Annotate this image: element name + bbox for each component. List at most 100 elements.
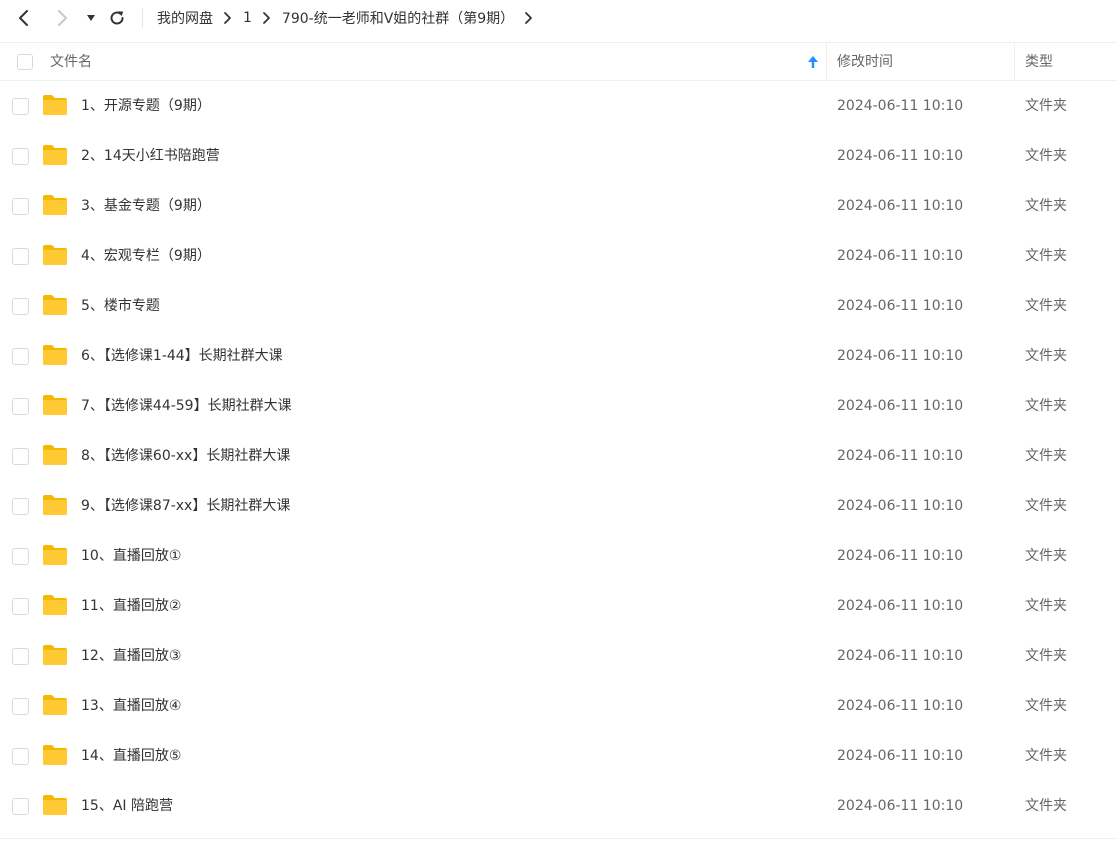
row-checkbox[interactable] bbox=[12, 548, 29, 565]
modified-time: 2024-06-11 10:10 bbox=[837, 648, 964, 664]
history-dropdown-button[interactable] bbox=[82, 0, 100, 36]
modified-time: 2024-06-11 10:10 bbox=[837, 198, 964, 214]
folder-icon bbox=[43, 245, 67, 265]
file-type: 文件夹 bbox=[1025, 548, 1067, 564]
caret-down-icon bbox=[87, 15, 95, 21]
modified-time: 2024-06-11 10:10 bbox=[837, 148, 964, 164]
breadcrumb: 我的网盘 1 790-统一老师和V姐的社群（第9期） bbox=[157, 0, 544, 36]
select-all-checkbox[interactable] bbox=[17, 54, 33, 70]
table-row[interactable]: 5、楼市专题 2024-06-11 10:10 文件夹 bbox=[0, 281, 1117, 331]
row-checkbox[interactable] bbox=[12, 248, 29, 265]
folder-icon bbox=[43, 745, 67, 765]
table-row[interactable]: 6、【选修课1-44】长期社群大课 2024-06-11 10:10 文件夹 bbox=[0, 331, 1117, 381]
file-name[interactable]: 3、基金专题（9期） bbox=[81, 181, 211, 231]
modified-time: 2024-06-11 10:10 bbox=[837, 448, 964, 464]
table-row[interactable]: 3、基金专题（9期） 2024-06-11 10:10 文件夹 bbox=[0, 181, 1117, 231]
file-type: 文件夹 bbox=[1025, 248, 1067, 264]
table-row[interactable]: 1、开源专题（9期） 2024-06-11 10:10 文件夹 bbox=[0, 81, 1117, 131]
file-name[interactable]: 6、【选修课1-44】长期社群大课 bbox=[81, 331, 283, 381]
list-bottom-divider bbox=[0, 838, 1117, 839]
table-row[interactable]: 2、14天小红书陪跑营 2024-06-11 10:10 文件夹 bbox=[0, 131, 1117, 181]
file-type: 文件夹 bbox=[1025, 98, 1067, 114]
folder-icon bbox=[43, 195, 67, 215]
modified-time: 2024-06-11 10:10 bbox=[837, 98, 964, 114]
refresh-icon bbox=[110, 11, 124, 25]
file-name[interactable]: 14、直播回放⑤ bbox=[81, 731, 181, 781]
file-type: 文件夹 bbox=[1025, 398, 1067, 414]
breadcrumb-item-root[interactable]: 我的网盘 bbox=[157, 8, 213, 28]
forward-button[interactable] bbox=[50, 0, 76, 36]
file-name[interactable]: 7、【选修课44-59】长期社群大课 bbox=[81, 381, 292, 431]
file-type: 文件夹 bbox=[1025, 598, 1067, 614]
modified-time: 2024-06-11 10:10 bbox=[837, 298, 964, 314]
row-checkbox[interactable] bbox=[12, 98, 29, 115]
modified-time: 2024-06-11 10:10 bbox=[837, 698, 964, 714]
folder-icon bbox=[43, 145, 67, 165]
file-type: 文件夹 bbox=[1025, 148, 1067, 164]
file-name[interactable]: 10、直播回放① bbox=[81, 531, 181, 581]
column-divider[interactable] bbox=[1014, 43, 1015, 81]
chevron-right-icon bbox=[252, 0, 282, 36]
refresh-button[interactable] bbox=[104, 0, 130, 36]
table-row[interactable]: 14、直播回放⑤ 2024-06-11 10:10 文件夹 bbox=[0, 731, 1117, 781]
file-name[interactable]: 13、直播回放④ bbox=[81, 681, 181, 731]
table-row[interactable]: 12、直播回放③ 2024-06-11 10:10 文件夹 bbox=[0, 631, 1117, 681]
folder-icon bbox=[43, 645, 67, 665]
folder-icon bbox=[43, 295, 67, 315]
row-checkbox[interactable] bbox=[12, 648, 29, 665]
file-name[interactable]: 11、直播回放② bbox=[81, 581, 181, 631]
breadcrumb-more-button[interactable] bbox=[514, 0, 544, 36]
file-name[interactable]: 2、14天小红书陪跑营 bbox=[81, 131, 220, 181]
file-name[interactable]: 12、直播回放③ bbox=[81, 631, 181, 681]
file-type: 文件夹 bbox=[1025, 698, 1067, 714]
row-checkbox[interactable] bbox=[12, 198, 29, 215]
chevron-right-icon bbox=[213, 0, 243, 36]
file-type: 文件夹 bbox=[1025, 198, 1067, 214]
file-list: 1、开源专题（9期） 2024-06-11 10:10 文件夹 2、14天小红书陪跑营… bbox=[0, 81, 1117, 831]
file-type: 文件夹 bbox=[1025, 748, 1067, 764]
row-checkbox[interactable] bbox=[12, 598, 29, 615]
file-name[interactable]: 15、AI 陪跑营 bbox=[81, 781, 173, 831]
table-row[interactable]: 4、宏观专栏（9期） 2024-06-11 10:10 文件夹 bbox=[0, 231, 1117, 281]
column-header-name[interactable]: 文件名 bbox=[50, 43, 92, 81]
file-name[interactable]: 1、开源专题（9期） bbox=[81, 81, 211, 131]
navigation-toolbar: 我的网盘 1 790-统一老师和V姐的社群（第9期） bbox=[0, 0, 1117, 36]
row-checkbox[interactable] bbox=[12, 348, 29, 365]
folder-icon bbox=[43, 395, 67, 415]
table-row[interactable]: 10、直播回放① 2024-06-11 10:10 文件夹 bbox=[0, 531, 1117, 581]
folder-icon bbox=[43, 345, 67, 365]
sort-arrow-up-icon[interactable] bbox=[806, 53, 820, 71]
row-checkbox[interactable] bbox=[12, 798, 29, 815]
table-row[interactable]: 8、【选修课60-xx】长期社群大课 2024-06-11 10:10 文件夹 bbox=[0, 431, 1117, 481]
file-name[interactable]: 5、楼市专题 bbox=[81, 281, 160, 331]
row-checkbox[interactable] bbox=[12, 698, 29, 715]
folder-icon bbox=[43, 445, 67, 465]
table-row[interactable]: 13、直播回放④ 2024-06-11 10:10 文件夹 bbox=[0, 681, 1117, 731]
column-header-type[interactable]: 类型 bbox=[1025, 43, 1053, 81]
file-type: 文件夹 bbox=[1025, 498, 1067, 514]
table-row[interactable]: 7、【选修课44-59】长期社群大课 2024-06-11 10:10 文件夹 bbox=[0, 381, 1117, 431]
chevron-right-icon bbox=[58, 10, 67, 26]
column-header-modified[interactable]: 修改时间 bbox=[837, 43, 893, 81]
folder-icon bbox=[43, 595, 67, 615]
row-checkbox[interactable] bbox=[12, 398, 29, 415]
table-row[interactable]: 11、直播回放② 2024-06-11 10:10 文件夹 bbox=[0, 581, 1117, 631]
row-checkbox[interactable] bbox=[12, 148, 29, 165]
breadcrumb-item-current[interactable]: 790-统一老师和V姐的社群（第9期） bbox=[282, 8, 514, 28]
breadcrumb-item-1[interactable]: 1 bbox=[243, 10, 252, 26]
file-name[interactable]: 8、【选修课60-xx】长期社群大课 bbox=[81, 431, 290, 481]
row-checkbox[interactable] bbox=[12, 448, 29, 465]
row-checkbox[interactable] bbox=[12, 748, 29, 765]
column-divider[interactable] bbox=[826, 43, 827, 81]
back-button[interactable] bbox=[10, 0, 36, 36]
file-name[interactable]: 4、宏观专栏（9期） bbox=[81, 231, 211, 281]
toolbar-divider bbox=[142, 8, 143, 28]
modified-time: 2024-06-11 10:10 bbox=[837, 798, 964, 814]
folder-icon bbox=[43, 495, 67, 515]
row-checkbox[interactable] bbox=[12, 498, 29, 515]
table-row[interactable]: 15、AI 陪跑营 2024-06-11 10:10 文件夹 bbox=[0, 781, 1117, 831]
chevron-left-icon bbox=[19, 10, 28, 26]
row-checkbox[interactable] bbox=[12, 298, 29, 315]
table-row[interactable]: 9、【选修课87-xx】长期社群大课 2024-06-11 10:10 文件夹 bbox=[0, 481, 1117, 531]
file-name[interactable]: 9、【选修课87-xx】长期社群大课 bbox=[81, 481, 290, 531]
